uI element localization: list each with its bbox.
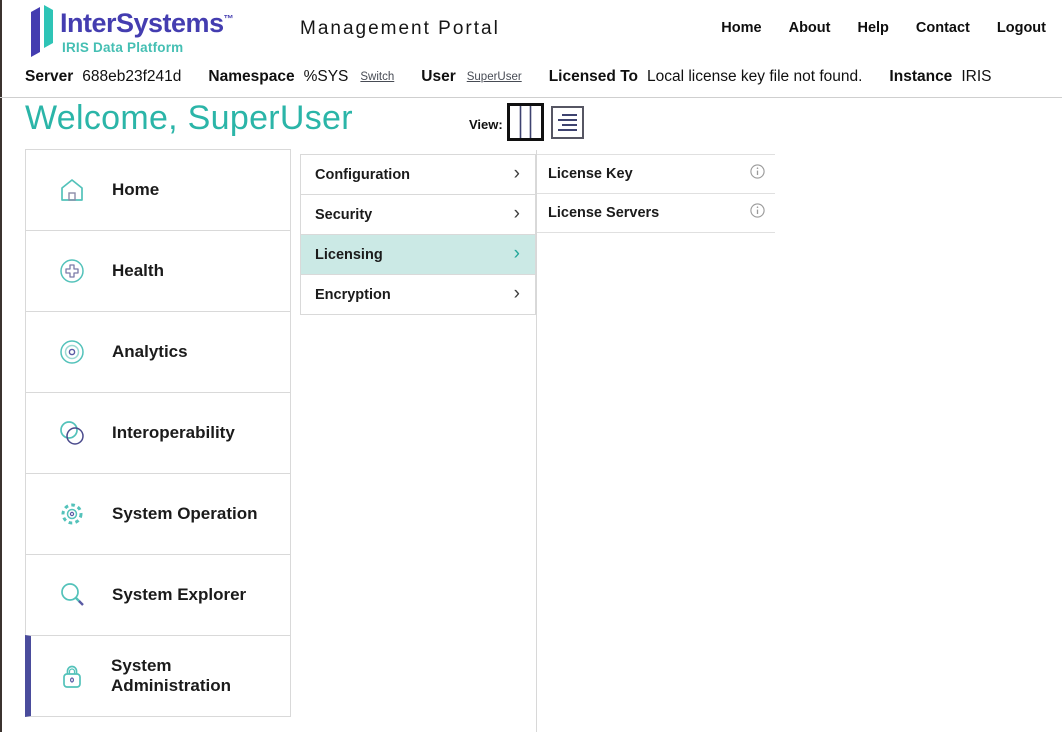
nav-link-logout[interactable]: Logout [997,20,1046,36]
sidebar-item-system-explorer[interactable]: System Explorer [25,554,291,636]
submenu-item-label: Licensing [315,247,383,263]
licensed-to-value: Local license key file not found. [647,68,862,86]
submenu-item-configuration[interactable]: Configuration › [300,154,536,195]
sidebar-item-system-operation[interactable]: System Operation [25,473,291,555]
list-view-icon[interactable] [551,106,584,139]
main-menu-sidebar: Home Health Analytics [25,150,291,717]
sidebar-item-label: Analytics [112,342,188,362]
chevron-right-icon: › [514,164,520,183]
intersystems-logo-icon [30,3,56,62]
system-operation-icon [56,498,88,530]
sidebar-item-label: System Administration [111,656,290,696]
analytics-icon [56,336,88,368]
management-portal-page: InterSystems™ IRIS Data Platform Managem… [0,0,1062,732]
namespace-value: %SYS [304,68,349,86]
sidebar-item-label: Health [112,261,164,281]
user-label: User [421,68,455,86]
view-label: View: [469,117,503,132]
info-icon[interactable] [750,203,765,223]
chevron-right-icon: › [514,244,520,263]
nav-link-home[interactable]: Home [721,20,761,36]
panel-item-label: License Key [548,166,633,182]
chevron-right-icon: › [514,204,520,223]
header-divider [0,97,1062,98]
user-group: User SuperUser [421,68,521,86]
sidebar-item-system-administration[interactable]: System Administration [25,635,291,717]
top-nav: Home About Help Contact Logout [721,20,1046,36]
info-icon[interactable] [750,164,765,184]
instance-label: Instance [889,68,952,86]
page-title: Management Portal [300,18,500,40]
licensed-to-label: Licensed To [549,68,638,86]
system-administration-icon [56,660,87,692]
submenu-item-label: Encryption [315,287,391,303]
welcome-heading: Welcome, SuperUser [25,99,353,138]
page-left-edge [0,0,2,732]
instance-group: Instance IRIS [889,68,991,86]
brand-subtitle: IRIS Data Platform [62,40,183,55]
submenu-item-label: Security [315,207,372,223]
sidebar-item-label: Home [112,180,159,200]
panel-item-license-key[interactable]: License Key [537,154,775,194]
licensing-panel: License Key License Servers [537,155,775,233]
columns-view-icon[interactable] [507,103,544,141]
sidebar-item-label: Interoperability [112,423,235,443]
nav-link-contact[interactable]: Contact [916,20,970,36]
column-divider [536,150,537,732]
instance-value: IRIS [961,68,991,86]
server-group: Server 688eb23f241d [25,68,181,86]
panel-item-license-servers[interactable]: License Servers [537,193,775,233]
nav-link-about[interactable]: About [789,20,831,36]
server-label: Server [25,68,73,86]
sidebar-item-health[interactable]: Health [25,230,291,312]
submenu-item-encryption[interactable]: Encryption › [300,274,536,315]
sidebar-item-analytics[interactable]: Analytics [25,311,291,393]
brand-name: InterSystems [60,8,224,38]
panel-item-label: License Servers [548,205,659,221]
trademark-symbol: ™ [224,14,234,25]
sidebar-item-label: System Operation [112,504,258,524]
sidebar-item-home[interactable]: Home [25,149,291,231]
submenu-item-licensing[interactable]: Licensing › [300,234,536,275]
namespace-group: Namespace %SYS Switch [208,68,394,86]
sidebar-item-interoperability[interactable]: Interoperability [25,392,291,474]
administration-submenu: Configuration › Security › Licensing › E… [300,155,536,315]
licensed-to-group: Licensed To Local license key file not f… [549,68,863,86]
nav-link-help[interactable]: Help [857,20,888,36]
chevron-right-icon: › [514,284,520,303]
user-profile-link[interactable]: SuperUser [467,71,522,83]
brand-wordmark: InterSystems™ [60,8,233,39]
home-icon [56,174,88,206]
submenu-item-label: Configuration [315,167,410,183]
server-infobar: Server 688eb23f241d Namespace %SYS Switc… [25,64,991,90]
system-explorer-icon [56,579,88,611]
submenu-item-security[interactable]: Security › [300,194,536,235]
sidebar-item-label: System Explorer [112,585,246,605]
server-value: 688eb23f241d [82,68,181,86]
health-icon [56,255,88,287]
switch-namespace-link[interactable]: Switch [360,71,394,83]
interoperability-icon [56,417,88,449]
namespace-label: Namespace [208,68,294,86]
